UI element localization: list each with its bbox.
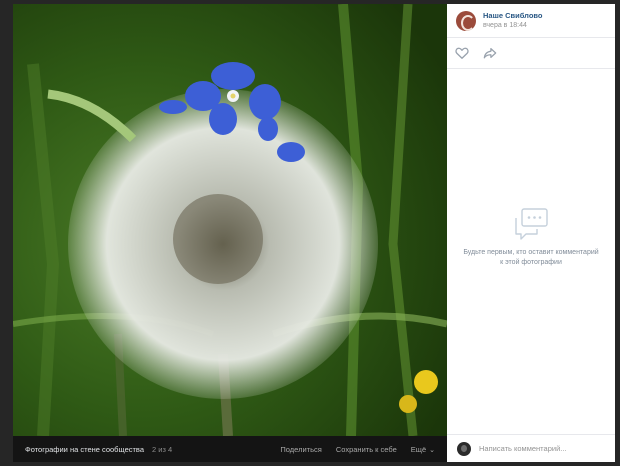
photo[interactable] (13, 4, 447, 436)
dandelion-photo (13, 4, 447, 436)
post-author: Наше Свиблово вчера в 18:44 (447, 4, 615, 38)
more-label: Ещё (410, 444, 427, 454)
empty-comments: Будьте первым, кто оставит комментарий к… (447, 208, 615, 268)
photo-viewer: Фотографии на стене сообщества 2 из 4 По… (13, 4, 615, 462)
chevron-down-icon: ⌄ (429, 446, 435, 454)
comment-input[interactable] (479, 444, 609, 453)
comment-composer (447, 434, 615, 462)
album-title[interactable]: Фотографии на стене сообщества (25, 445, 144, 454)
comment-bubble-icon (515, 208, 548, 240)
community-avatar[interactable] (456, 10, 476, 31)
save-link[interactable]: Сохранить к себе (336, 445, 397, 454)
photo-actions (447, 38, 615, 69)
share-icon[interactable] (483, 46, 497, 60)
side-panel: Наше Свиблово вчера в 18:44 Будьте первы… (447, 4, 615, 462)
empty-comments-text: Будьте первым, кто оставит комментарий к… (463, 249, 599, 266)
share-link[interactable]: Поделиться (280, 445, 321, 454)
heart-icon[interactable] (455, 46, 469, 60)
photo-info-bar: Фотографии на стене сообщества 2 из 4 По… (13, 436, 447, 462)
author-name[interactable]: Наше Свиблово (483, 11, 543, 21)
photo-counter: 2 из 4 (152, 444, 173, 454)
author-info: Наше Свиблово вчера в 18:44 (483, 11, 543, 31)
more-menu[interactable]: Ещё ⌄ (411, 445, 435, 454)
user-avatar[interactable] (457, 441, 471, 456)
post-time[interactable]: вчера в 18:44 (483, 21, 543, 31)
